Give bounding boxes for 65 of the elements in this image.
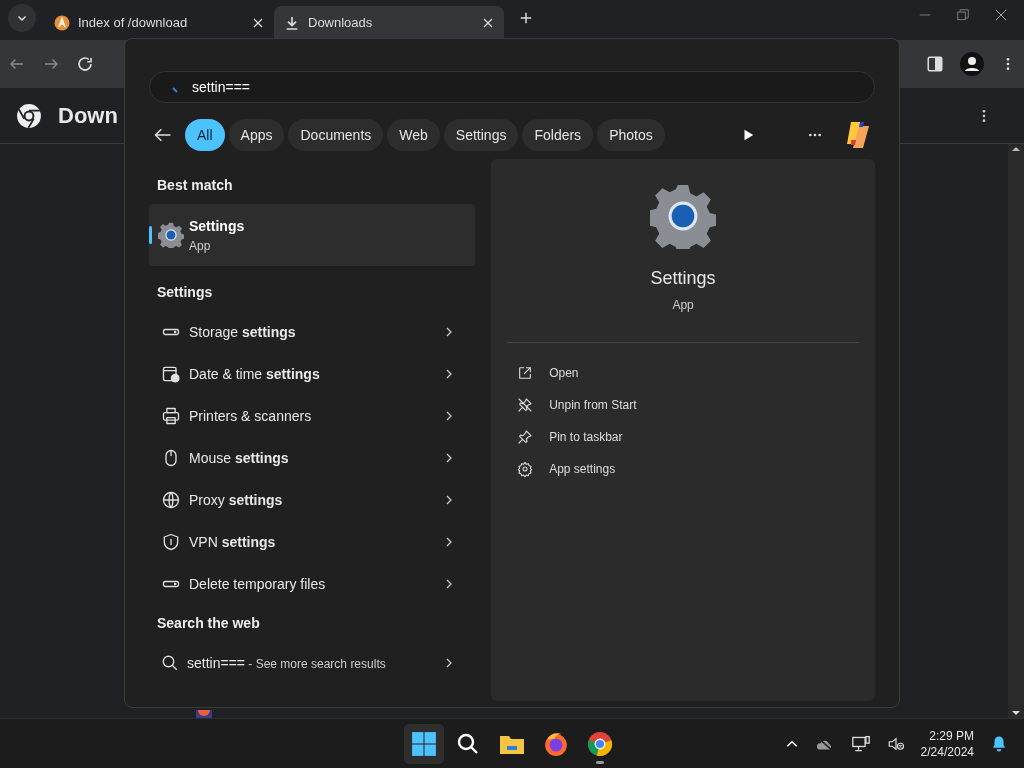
settings-app-icon bbox=[650, 183, 717, 249]
open-external-icon bbox=[517, 365, 534, 381]
file-icon bbox=[196, 710, 212, 718]
filter-chip[interactable]: All bbox=[185, 119, 225, 151]
calendar-clock-icon bbox=[161, 364, 181, 384]
filter-chip[interactable]: Folders bbox=[522, 119, 594, 151]
reload-icon[interactable] bbox=[76, 55, 94, 73]
setting-result[interactable]: Storage settings bbox=[149, 311, 476, 353]
globe-icon bbox=[161, 490, 181, 510]
filter-chip[interactable]: Settings bbox=[443, 119, 519, 151]
site-icon bbox=[54, 15, 70, 31]
profile-icon[interactable] bbox=[960, 52, 984, 76]
search-icon bbox=[161, 654, 179, 672]
shield-icon bbox=[161, 532, 181, 552]
running-indicator bbox=[596, 760, 604, 764]
setting-result[interactable]: Delete temporary files bbox=[149, 563, 476, 605]
pin-icon bbox=[517, 429, 534, 445]
preview-subtitle: App bbox=[672, 297, 694, 314]
web-search-result[interactable]: settin=== - See more search results bbox=[149, 642, 476, 684]
action-item[interactable]: Unpin from Start bbox=[507, 389, 859, 421]
setting-result[interactable]: Printers & scanners bbox=[149, 395, 476, 437]
search-icon bbox=[456, 731, 480, 756]
settings-app-icon bbox=[158, 222, 184, 248]
printer-icon bbox=[161, 406, 181, 426]
setting-result[interactable]: Proxy settings bbox=[149, 479, 476, 521]
scrollbar[interactable] bbox=[1008, 144, 1024, 718]
scroll-up-icon[interactable] bbox=[1011, 144, 1021, 154]
filter-chip[interactable]: Web bbox=[387, 119, 440, 151]
close-icon[interactable] bbox=[994, 8, 1008, 22]
page-title: Down bbox=[58, 102, 118, 130]
setting-result[interactable]: Date & time settings bbox=[149, 353, 476, 395]
section-heading: Best match bbox=[156, 176, 234, 195]
close-icon[interactable] bbox=[252, 17, 264, 29]
settings-icon bbox=[517, 461, 534, 477]
restore-icon[interactable] bbox=[956, 8, 970, 22]
windows-logo-icon bbox=[411, 730, 437, 757]
section-heading: Settings bbox=[156, 283, 214, 302]
side-panel-icon[interactable] bbox=[926, 55, 944, 73]
filter-chip[interactable]: Photos bbox=[597, 119, 665, 151]
clock-date: 2/24/2024 bbox=[920, 743, 974, 760]
clock-time: 2:29 PM bbox=[929, 727, 974, 744]
action-item[interactable]: Pin to taskbar bbox=[507, 421, 859, 453]
tab-list-button[interactable] bbox=[8, 4, 36, 32]
browser-tab[interactable]: Downloads bbox=[274, 6, 504, 40]
search-field[interactable]: settin=== bbox=[149, 71, 875, 103]
chrome-logo-icon bbox=[16, 102, 42, 129]
start-button[interactable] bbox=[404, 723, 444, 764]
chrome-icon bbox=[587, 730, 613, 757]
preview-title: Settings bbox=[650, 267, 716, 290]
download-icon bbox=[284, 15, 300, 31]
bell-icon[interactable] bbox=[990, 734, 1008, 753]
firefox-icon bbox=[543, 730, 569, 757]
browser-tab[interactable]: Index of /download bbox=[44, 6, 274, 40]
plus-icon bbox=[519, 11, 533, 25]
network-icon[interactable] bbox=[850, 734, 871, 753]
filter-chip[interactable]: Apps bbox=[228, 119, 285, 151]
setting-result[interactable]: Mouse settings bbox=[149, 437, 476, 479]
action-item[interactable]: App settings bbox=[507, 453, 859, 485]
best-match-result[interactable]: Settings App bbox=[149, 204, 476, 266]
section-heading: Search the web bbox=[156, 614, 261, 633]
action-item[interactable]: Open bbox=[507, 357, 859, 389]
unpin-icon bbox=[517, 397, 534, 413]
filter-chip[interactable]: Documents bbox=[288, 119, 384, 151]
close-icon[interactable] bbox=[482, 17, 494, 29]
setting-result[interactable]: VPN settings bbox=[149, 521, 476, 563]
